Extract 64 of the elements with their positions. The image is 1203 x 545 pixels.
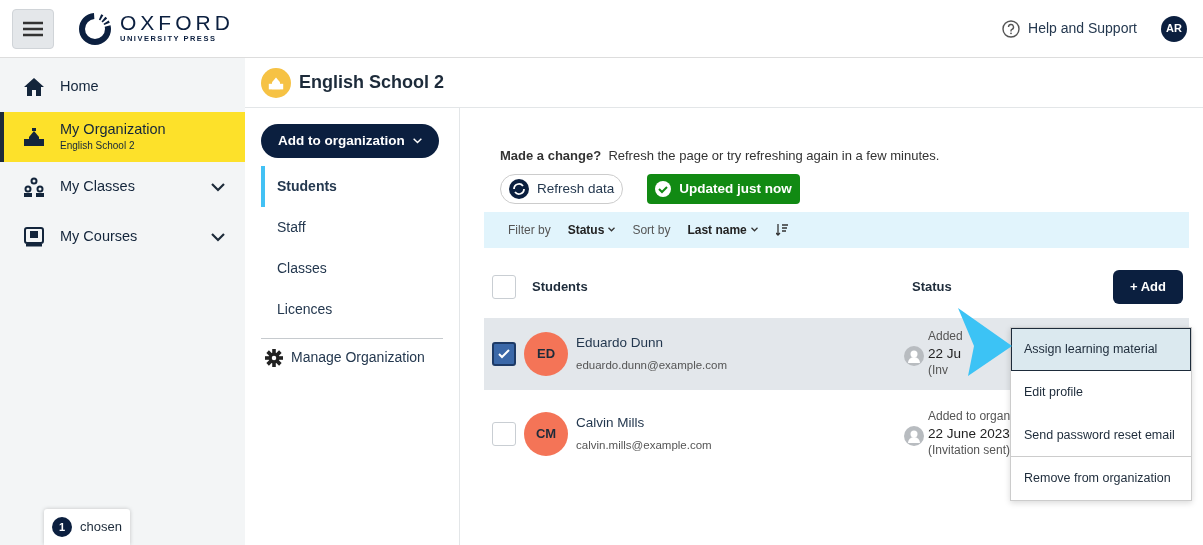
menu-button[interactable]: [12, 8, 54, 49]
sidebar-label: My Organization: [60, 120, 166, 139]
user-pending-icon: [904, 425, 924, 446]
student-email: eduardo.dunn@example.com: [576, 358, 729, 374]
updated-badge: Updated just now: [647, 173, 800, 204]
filter-label: Filter by: [508, 221, 551, 239]
subnav-tab[interactable]: Classes: [261, 248, 443, 290]
caret-icon: [750, 227, 758, 233]
select-all-checkbox[interactable]: [492, 274, 516, 299]
row-checkbox[interactable]: [492, 341, 516, 366]
add-button[interactable]: + Add: [1113, 270, 1183, 304]
add-to-organization-button[interactable]: Add to organization: [261, 124, 439, 159]
menu-icon: [23, 20, 43, 37]
menu-item[interactable]: Remove from organization: [1011, 457, 1191, 500]
sidebar-item[interactable]: Home: [0, 62, 245, 112]
caret-icon: [412, 138, 422, 145]
menu-item[interactable]: Assign learning material: [1011, 328, 1191, 371]
status-text: (Invitation sent): [928, 442, 1012, 459]
subnav-tab[interactable]: Licences: [261, 289, 443, 331]
column-header: Status: [912, 278, 952, 296]
sort-order-icon[interactable]: [774, 222, 789, 237]
filter-dropdown[interactable]: Status: [566, 219, 617, 240]
book-icon: [24, 227, 44, 247]
subnav-tab[interactable]: Students: [261, 166, 443, 208]
student-avatar: CM: [524, 411, 568, 456]
menu-item[interactable]: Edit profile: [1011, 370, 1191, 414]
help-link[interactable]: Help and Support: [1002, 18, 1137, 39]
refresh-button[interactable]: Refresh data: [500, 173, 624, 204]
status-text: 22 Ju: [928, 344, 963, 363]
status-text: 22 June 2023: [928, 424, 1011, 443]
subnav-tab[interactable]: Staff: [261, 207, 443, 249]
sidebar-item[interactable]: My Classes: [0, 162, 245, 212]
sidebar-sublabel: English School 2: [60, 139, 136, 154]
status-text: (Inv: [928, 362, 949, 379]
user-avatar[interactable]: AR: [1161, 15, 1187, 42]
page-title: English School 2: [299, 71, 445, 94]
sort-label: Sort by: [632, 221, 671, 239]
check-circle-icon: [655, 180, 672, 197]
logo-title: OXFORD: [120, 12, 234, 34]
manage-organization-link[interactable]: Manage Organization: [261, 347, 443, 369]
count-badge: 1: [52, 517, 72, 537]
student-email: calvin.mills@example.com: [576, 438, 713, 454]
home-icon: [24, 78, 44, 96]
help-icon: [1002, 19, 1021, 38]
student-name-link[interactable]: Calvin Mills: [576, 413, 904, 434]
sidebar-item[interactable]: My Organization English School 2: [0, 112, 245, 162]
refresh-icon: [509, 178, 529, 199]
people-icon: [24, 177, 44, 197]
school-icon: [261, 67, 291, 98]
user-pending-icon: [904, 345, 924, 366]
sidebar-item[interactable]: My Courses: [0, 212, 245, 262]
column-header: Students: [532, 278, 589, 296]
status-text: Added: [928, 329, 963, 345]
caret-icon: [608, 227, 616, 233]
notice-text: Made a change? Refresh the page or try refreshing again in a few minutes.: [500, 147, 941, 165]
count-label: chosen: [80, 518, 122, 537]
student-avatar: ED: [524, 331, 568, 376]
school-icon: [24, 127, 44, 147]
settings-icon: [265, 348, 283, 367]
checkmark-icon: [498, 348, 510, 359]
student-name-link[interactable]: Eduardo Dunn: [576, 333, 904, 354]
menu-item[interactable]: Send password reset email: [1011, 413, 1191, 457]
sort-dropdown[interactable]: Last name: [686, 219, 759, 240]
logo-ring-icon: [78, 11, 112, 46]
